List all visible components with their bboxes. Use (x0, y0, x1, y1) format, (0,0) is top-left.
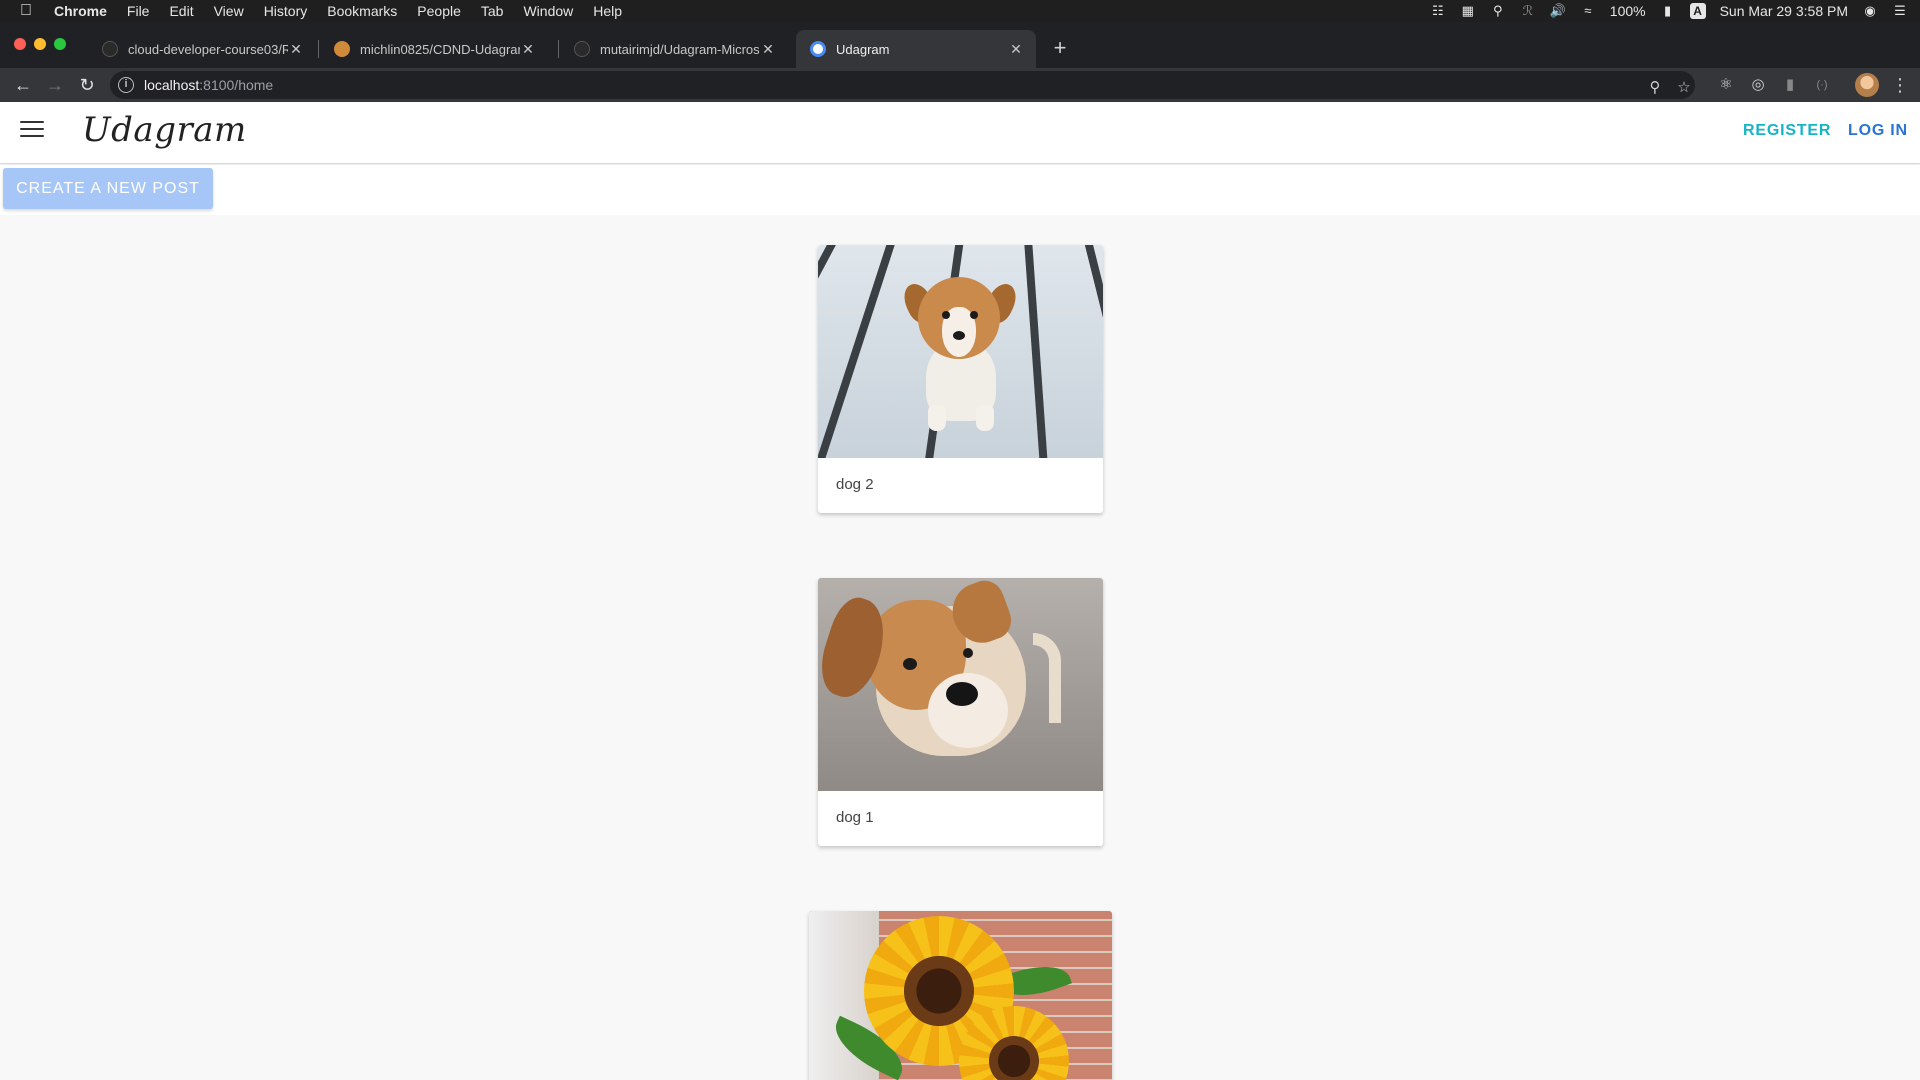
close-tab-icon[interactable]: ✕ (1008, 41, 1024, 58)
notification-center-icon[interactable]: ☰ (1892, 4, 1908, 18)
page-viewport: Udagram REGISTER LOG IN CREATE A NEW POS… (0, 102, 1920, 1080)
close-window-button[interactable] (14, 38, 26, 50)
tab-separator (318, 40, 319, 58)
macos-menu-bar:  Chrome File Edit View History Bookmark… (0, 0, 1920, 22)
menu-history[interactable]: History (254, 0, 318, 22)
menu-tab[interactable]: Tab (471, 0, 514, 22)
menu-window[interactable]: Window (513, 0, 583, 22)
chrome-menu-icon[interactable]: ⋮ (1890, 74, 1910, 96)
menu-app-name[interactable]: Chrome (52, 0, 117, 22)
tab-title: Udagram (836, 41, 890, 57)
menu-people[interactable]: People (407, 0, 471, 22)
zoom-window-button[interactable] (54, 38, 66, 50)
layout-icon[interactable]: ▦ (1460, 4, 1476, 18)
app-menu: Chrome File Edit View History Bookmarks … (52, 0, 632, 22)
back-arrow-icon[interactable]: ← (10, 72, 36, 98)
tab-title: mutairimjd/Udagram-Microser (600, 41, 760, 57)
browser-toolbar: ← → ↻ i localhost :8100/home ⚲ ☆ ⚛ ◎ ▮ (… (0, 68, 1920, 102)
site-info-icon[interactable]: i (118, 77, 134, 93)
post-caption: dog 2 (836, 476, 874, 493)
register-button[interactable]: REGISTER (1743, 122, 1831, 140)
volume-icon[interactable]: 🔊 (1550, 4, 1566, 18)
profile-avatar[interactable] (1855, 73, 1879, 97)
avatar-favicon-icon (334, 41, 350, 57)
bookmark-star-icon[interactable]: ☆ (1674, 78, 1694, 98)
post-image-dog (818, 578, 1103, 791)
extension-signal-icon[interactable]: (·) (1812, 75, 1832, 95)
bluetooth-icon[interactable]: ℛ (1520, 4, 1536, 18)
docker-icon[interactable]: ☷ (1430, 4, 1446, 18)
close-tab-icon[interactable]: ✕ (520, 41, 536, 58)
menu-edit[interactable]: Edit (159, 0, 203, 22)
tab-separator (558, 40, 559, 58)
create-new-post-button[interactable]: CREATE A NEW POST (3, 168, 213, 209)
tab-title: michlin0825/CDND-Udagram (360, 41, 520, 57)
tab-michlin-udagram[interactable]: michlin0825/CDND-Udagram ✕ (320, 30, 548, 68)
close-tab-icon[interactable]: ✕ (760, 41, 776, 58)
post-image-puppy (818, 245, 1103, 458)
post-image-sunflowers (809, 911, 1112, 1080)
siri-icon[interactable]: ◉ (1862, 4, 1878, 18)
zoom-icon[interactable]: ⚲ (1645, 78, 1665, 98)
reload-icon[interactable]: ↻ (74, 72, 100, 98)
close-tab-icon[interactable]: ✕ (288, 41, 304, 58)
feed-card[interactable]: dog 1 (818, 578, 1103, 846)
input-source-icon[interactable]: A (1689, 3, 1706, 19)
action-bar (0, 165, 1920, 215)
post-caption: dog 1 (836, 809, 874, 826)
login-button[interactable]: LOG IN (1848, 122, 1908, 140)
hamburger-menu-icon[interactable] (20, 121, 44, 141)
minimize-window-button[interactable] (34, 38, 46, 50)
tab-cloud-developer[interactable]: cloud-developer-course03/RE ✕ (88, 30, 316, 68)
feed-card[interactable]: dog 2 (818, 245, 1103, 513)
clock[interactable]: Sun Mar 29 3:58 PM (1720, 3, 1848, 19)
address-bar[interactable]: i localhost :8100/home ⚲ ☆ (110, 71, 1695, 99)
github-icon (574, 41, 590, 57)
url-host: localhost (144, 77, 200, 93)
feed-card[interactable] (809, 911, 1112, 1080)
wifi-icon[interactable]: ≈ (1580, 4, 1596, 18)
apple-icon[interactable]:  (0, 2, 52, 20)
app-favicon-icon (810, 41, 826, 57)
menu-file[interactable]: File (117, 0, 160, 22)
menu-view[interactable]: View (204, 0, 254, 22)
spotlight-search-icon[interactable]: ⚲ (1490, 4, 1506, 18)
tab-mutairimjd-udagram[interactable]: mutairimjd/Udagram-Microser ✕ (560, 30, 788, 68)
menu-bookmarks[interactable]: Bookmarks (317, 0, 407, 22)
new-tab-icon[interactable]: + (1046, 34, 1074, 62)
tab-title: cloud-developer-course03/RE (128, 41, 288, 57)
extension-grey-icon[interactable]: ▮ (1780, 75, 1800, 95)
tab-udagram-active[interactable]: Udagram ✕ (796, 30, 1036, 68)
battery-icon[interactable]: ▮ (1660, 4, 1676, 18)
forward-arrow-icon[interactable]: → (42, 72, 68, 98)
tab-strip: cloud-developer-course03/RE ✕ michlin082… (0, 22, 1920, 68)
window-controls (14, 38, 66, 50)
brand-logo[interactable]: Udagram (82, 110, 247, 150)
github-icon (102, 41, 118, 57)
status-area: ☷ ▦ ⚲ ℛ 🔊 ≈ 100% ▮ A Sun Mar 29 3:58 PM … (1430, 0, 1908, 22)
extension-circle-icon[interactable]: ◎ (1748, 75, 1768, 95)
url-path: :8100/home (199, 77, 274, 93)
react-devtools-extension-icon[interactable]: ⚛ (1716, 75, 1736, 95)
app-header: Udagram REGISTER LOG IN (0, 102, 1920, 164)
battery-percent: 100% (1609, 3, 1646, 19)
menu-help[interactable]: Help (583, 0, 632, 22)
